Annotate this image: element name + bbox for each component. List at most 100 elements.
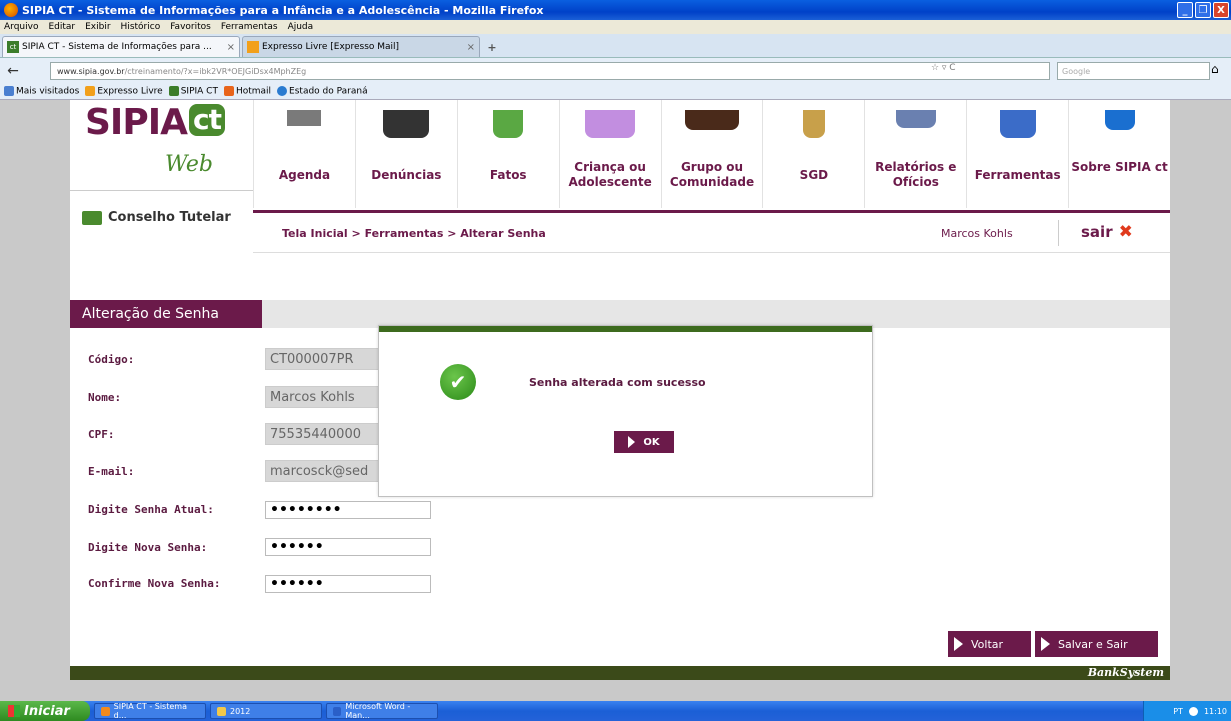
bookmarks-bar: Mais visitados Expresso Livre SIPIA CT H… <box>0 84 1231 100</box>
window-title: SIPIA CT - Sistema de Informações para a… <box>22 3 544 17</box>
close-window-button[interactable]: X <box>1213 2 1229 18</box>
menu-fatos[interactable]: Fatos <box>456 100 559 208</box>
menu-relatorios[interactable]: Relatórios e Ofícios <box>864 100 966 208</box>
confirme-senha-input[interactable]: •••••• <box>265 575 431 593</box>
menu-sobre[interactable]: Sobre SIPIA ct <box>1068 100 1170 208</box>
denuncias-icon <box>383 110 430 138</box>
system-tray: PT 11:10 <box>1143 701 1231 721</box>
tab-title: Expresso Livre [Expresso Mail] <box>262 42 400 52</box>
main-menu: Agenda Denúncias Fatos Criança ou Adoles… <box>253 100 1170 208</box>
bookmark-icon <box>168 86 179 97</box>
tab-close-icon[interactable]: × <box>227 42 235 53</box>
tab-bar: ct SIPIA CT - Sistema de Informações par… <box>0 34 1231 58</box>
windows-taskbar: Iniciar SIPIA CT - Sistema d... 2012 Mic… <box>0 701 1231 721</box>
arrow-right-icon <box>628 436 636 448</box>
menu-agenda[interactable]: Agenda <box>253 100 355 208</box>
tab-sipia[interactable]: ct SIPIA CT - Sistema de Informações par… <box>2 36 240 57</box>
salvar-sair-button[interactable]: Salvar e Sair <box>1035 631 1158 657</box>
breadcrumb[interactable]: Tela Inicial > Ferramentas > Alterar Sen… <box>282 227 546 240</box>
menu-historico[interactable]: Histórico <box>121 22 161 32</box>
menu-ajuda[interactable]: Ajuda <box>288 22 314 32</box>
arrow-right-icon <box>1041 637 1050 651</box>
bookmark-expresso-livre[interactable]: Expresso Livre <box>85 86 163 97</box>
relatorios-icon <box>895 110 936 128</box>
maximize-button[interactable]: ❐ <box>1195 2 1211 18</box>
menu-sgd[interactable]: SGD <box>762 100 864 208</box>
menu-favoritos[interactable]: Favoritos <box>170 22 211 32</box>
new-tab-button[interactable]: + <box>482 37 502 57</box>
tab-close-icon[interactable]: × <box>467 42 475 53</box>
back-button[interactable]: ← <box>4 62 22 80</box>
cpf-label: CPF: <box>88 428 115 441</box>
conselho-icon <box>82 210 102 225</box>
home-icon[interactable]: ⌂ <box>1211 62 1227 78</box>
bookmark-hotmail[interactable]: Hotmail <box>223 86 271 97</box>
word-icon <box>333 706 342 716</box>
menu-crianca-adolescente[interactable]: Criança ou Adolescente <box>558 100 661 208</box>
logout-icon: ✖ <box>1118 222 1133 242</box>
task-folder-2012[interactable]: 2012 <box>210 703 322 719</box>
fatos-icon <box>493 110 524 138</box>
menu-arquivo[interactable]: Arquivo <box>4 22 38 32</box>
voltar-button[interactable]: Voltar <box>948 631 1031 657</box>
menu-ferramentas[interactable]: Ferramentas <box>221 22 278 32</box>
menu-ferramentas[interactable]: Ferramentas <box>966 100 1068 208</box>
footer: BankSystem <box>70 666 1170 680</box>
bookmark-icon <box>4 86 14 97</box>
window-titlebar: SIPIA CT - Sistema de Informações para a… <box>0 0 1231 20</box>
logo-divider <box>70 190 253 191</box>
url-bar-icons[interactable]: ☆ ▿ C <box>931 63 956 73</box>
start-button[interactable]: Iniciar <box>0 701 90 721</box>
tab-title: SIPIA CT - Sistema de Informações para .… <box>22 42 212 52</box>
navigation-bar: ← www.sipia.gov.br /ctreinamento/?x=ibk2… <box>0 58 1231 84</box>
task-firefox[interactable]: SIPIA CT - Sistema d... <box>94 702 206 720</box>
clock: 11:10 <box>1203 706 1227 716</box>
bookmark-estado-parana[interactable]: Estado do Paraná <box>277 86 368 97</box>
sgd-icon <box>802 110 825 138</box>
user-name: Marcos Kohls <box>941 227 1013 240</box>
tab-expresso[interactable]: Expresso Livre [Expresso Mail] × <box>242 36 480 57</box>
section-title: Alteração de Senha <box>70 300 262 328</box>
menu-grupo-comunidade[interactable]: Grupo ou Comunidade <box>660 100 763 208</box>
search-placeholder: Google <box>1062 66 1091 76</box>
email-label: E-mail: <box>88 465 135 478</box>
codigo-label: Código: <box>88 353 135 366</box>
menu-divider <box>253 210 1170 213</box>
language-indicator[interactable]: PT <box>1173 707 1183 716</box>
dialog-message: Senha alterada com sucesso <box>529 376 706 389</box>
tray-icon <box>1188 706 1198 716</box>
senha-atual-label: Digite Senha Atual: <box>88 503 214 516</box>
logout-button[interactable]: sair ✖ <box>1081 222 1133 242</box>
ok-button[interactable]: OK <box>614 431 674 453</box>
menu-bar: Arquivo Editar Exibir Histórico Favorito… <box>0 20 1231 34</box>
footer-brand: BankSystem <box>1087 666 1164 679</box>
success-dialog: ✔ Senha alterada com sucesso OK <box>378 325 873 497</box>
menu-exibir[interactable]: Exibir <box>85 22 110 32</box>
dialog-top-bar <box>379 326 872 332</box>
nome-label: Nome: <box>88 391 122 404</box>
url-path: /ctreinamento/?x=ibk2VR*OEJGiDsx4MphZEg <box>124 66 307 76</box>
nova-senha-input[interactable]: •••••• <box>265 538 431 556</box>
bookmark-icon <box>223 86 234 97</box>
url-bar[interactable]: www.sipia.gov.br /ctreinamento/?x=ibk2VR… <box>50 62 1050 80</box>
nova-senha-label: Digite Nova Senha: <box>88 541 208 554</box>
grupo-icon <box>685 110 739 130</box>
bookmark-sipia-ct[interactable]: SIPIA CT <box>168 86 218 97</box>
bookmark-icon <box>85 86 96 97</box>
ferramentas-icon <box>999 110 1036 138</box>
crianca-icon <box>585 110 636 138</box>
header-divider <box>253 252 1170 253</box>
windows-logo-icon <box>8 705 20 717</box>
minimize-button[interactable]: _ <box>1177 2 1193 18</box>
senha-atual-input[interactable]: •••••••• <box>265 501 431 519</box>
logo-text: SIPIA ct <box>85 100 225 146</box>
menu-editar[interactable]: Editar <box>48 22 75 32</box>
menu-denuncias[interactable]: Denúncias <box>354 100 457 208</box>
search-input[interactable]: Google <box>1057 62 1210 80</box>
logo-web: Web <box>165 152 213 177</box>
bookmark-icon <box>277 86 288 97</box>
firefox-icon <box>101 706 110 716</box>
sipia-logo[interactable]: SIPIA ct Web <box>70 100 253 210</box>
task-word[interactable]: Microsoft Word - Man... <box>326 702 438 720</box>
bookmark-mais-visitados[interactable]: Mais visitados <box>4 86 79 97</box>
